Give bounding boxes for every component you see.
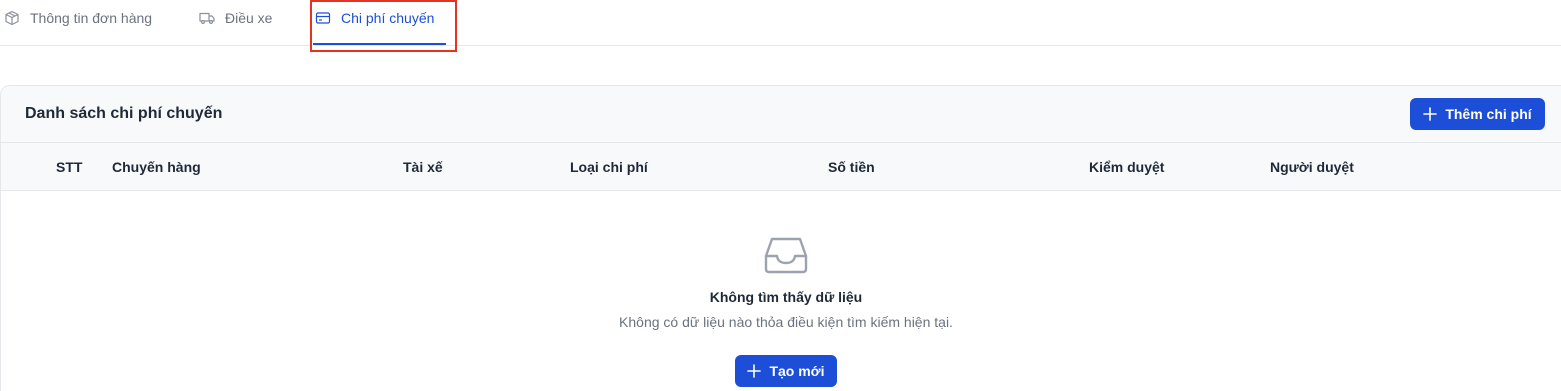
tab-label: Thông tin đơn hàng [30,10,153,26]
plus-icon [1423,107,1438,121]
table-header: STT Chuyến hàng Tài xế Loại chi phí Số t… [1,142,1561,191]
tab-bar: Thông tin đơn hàng Điều xe Chi phí chuyế… [0,0,1561,46]
card-header: Danh sách chi phí chuyến Thêm chi phí [1,86,1561,142]
column-header-approver: Người duyệt [1270,159,1354,175]
credit-card-icon [315,12,331,24]
add-cost-label: Thêm chi phí [1445,106,1532,122]
tab-label: Điều xe [225,10,273,26]
empty-state-description: Không có dữ liệu nào thỏa điều kiện tìm … [619,314,953,330]
tab-dispatch[interactable]: Điều xe [199,0,272,46]
column-header-trip: Chuyến hàng [112,159,201,175]
plus-icon [747,364,762,378]
create-new-label: Tạo mới [769,363,825,379]
card-title: Danh sách chi phí chuyến [25,105,223,122]
create-new-button[interactable]: Tạo mới [735,355,837,387]
column-header-cost-type: Loại chi phí [570,159,648,175]
truck-icon [199,12,215,25]
tab-label: Chi phí chuyến [341,10,435,26]
package-icon [5,10,19,26]
active-tab-indicator [313,43,446,45]
column-header-review: Kiểm duyệt [1089,159,1165,175]
column-header-driver: Tài xế [403,159,443,175]
inbox-icon [764,237,808,274]
tab-order-info[interactable]: Thông tin đơn hàng [4,0,152,46]
tab-trip-costs[interactable]: Chi phí chuyến [315,0,434,46]
column-header-amount: Số tiền [828,159,875,175]
add-cost-button[interactable]: Thêm chi phí [1410,98,1545,130]
column-header-stt: STT [56,159,83,175]
empty-state-title: Không tìm thấy dữ liệu [709,289,863,305]
